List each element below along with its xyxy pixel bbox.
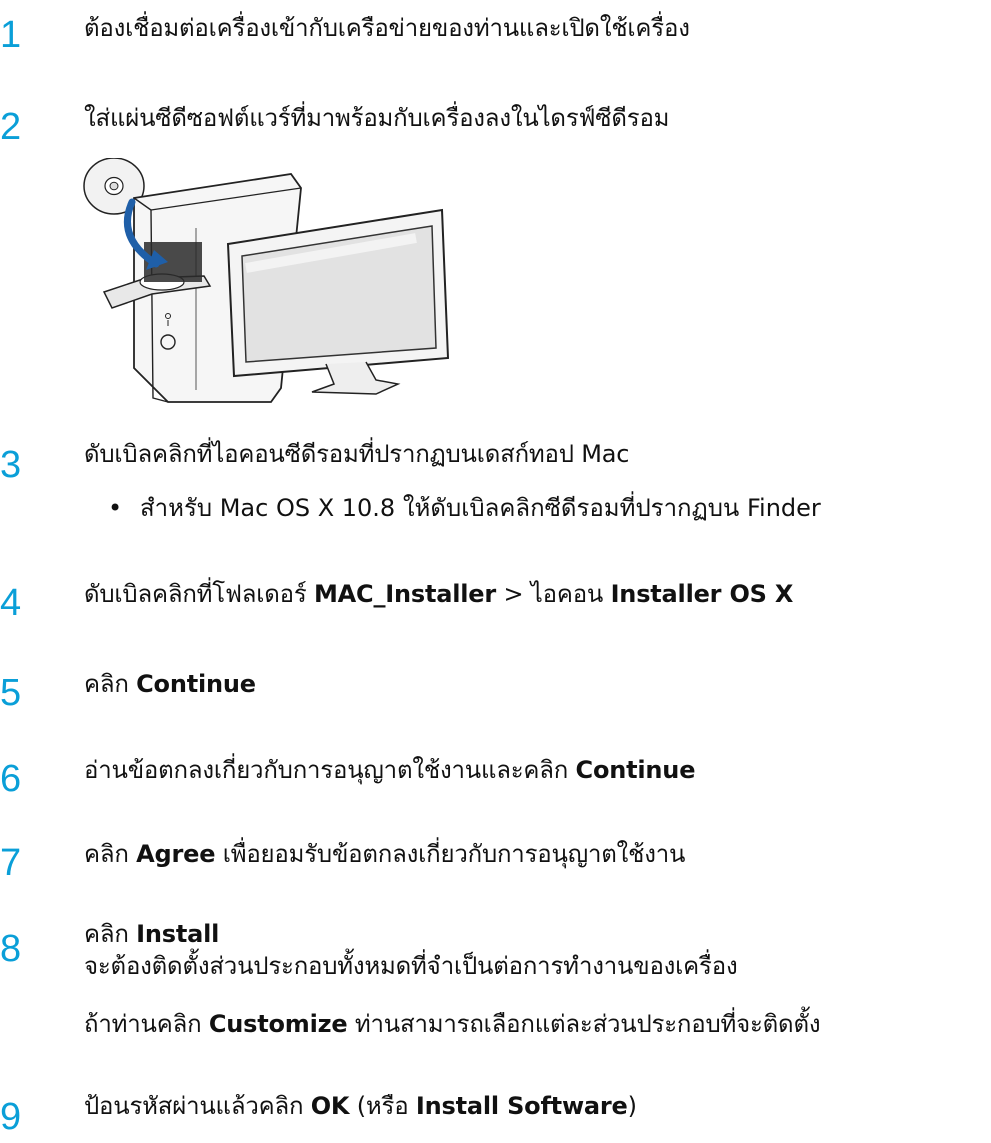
step-text: คลิก Continue: [84, 672, 256, 696]
step-text: อ่านข้อตกลงเกี่ยวกับการอนุญาตใช้งานและคล…: [84, 758, 695, 782]
text-segment: ท่านสามารถเลือกแต่ละส่วนประกอบที่จะติดตั…: [347, 1010, 821, 1038]
folder-name: MAC_Installer: [314, 580, 497, 608]
button-name: Install Software: [415, 1092, 628, 1120]
insert-cd-into-mac-illustration: [83, 158, 450, 403]
text-segment: อ่านข้อตกลงเกี่ยวกับการอนุญาตใช้งานและคล…: [84, 756, 576, 784]
text-segment: ป้อนรหัสผ่านแล้วคลิก: [84, 1092, 311, 1120]
text-segment: > ไอคอน: [496, 580, 611, 608]
bullet-symbol: •: [108, 494, 123, 522]
step-number: 9: [0, 1096, 22, 1138]
step-text: ป้อนรหัสผ่านแล้วคลิก OK (หรือ Install So…: [84, 1094, 637, 1118]
step-number: 1: [0, 14, 22, 56]
bullet-text: สำหรับ Mac OS X 10.8 ให้ดับเบิลคลิกซีดีร…: [140, 494, 821, 522]
step-text: คลิก Agree เพื่อยอมรับข้อตกลงเกี่ยวกับกา…: [84, 842, 685, 866]
step-number: 7: [0, 842, 22, 884]
step-text: ดับเบิลคลิกที่โฟลเดอร์ MAC_Installer > ไ…: [84, 582, 793, 606]
step-number: 2: [0, 106, 22, 148]
text-segment: คลิก: [84, 840, 137, 868]
button-name: Agree: [136, 840, 216, 868]
step-text: ต้องเชื่อมต่อเครื่องเข้ากับเครือข่ายของท…: [84, 14, 690, 42]
button-name: OK: [310, 1092, 350, 1120]
text-segment: เพื่อยอมรับข้อตกลงเกี่ยวกับการอนุญาตใช้ง…: [215, 840, 686, 868]
text-segment: (หรือ: [349, 1092, 416, 1120]
button-name: Customize: [208, 1010, 348, 1038]
icon-name: Installer OS X: [610, 580, 794, 608]
button-name: Install: [136, 920, 220, 948]
step-text: ดับเบิลคลิกที่ไอคอนซีดีรอมที่ปรากฏบนเดสก…: [84, 440, 630, 468]
step-text-line-2: จะต้องติดตั้งส่วนประกอบทั้งหมดที่จำเป็นต…: [84, 952, 738, 980]
step-text: คลิก Install: [84, 922, 219, 946]
button-name: Continue: [136, 670, 256, 698]
step-number: 6: [0, 758, 22, 800]
step-text-line-3: ถ้าท่านคลิก Customize ท่านสามารถเลือกแต่…: [84, 1010, 821, 1038]
step-number: 4: [0, 582, 22, 624]
step-number: 3: [0, 444, 22, 486]
step-number: 8: [0, 928, 22, 970]
text-segment: คลิก: [84, 920, 137, 948]
button-name: Continue: [575, 756, 696, 784]
text-segment: ): [627, 1092, 637, 1120]
text-segment: ดับเบิลคลิกที่โฟลเดอร์: [84, 580, 314, 608]
text-segment: คลิก: [84, 670, 137, 698]
step-number: 5: [0, 672, 22, 714]
text-segment: ถ้าท่านคลิก: [84, 1010, 209, 1038]
step-text: ใส่แผ่นซีดีซอฟต์แวร์ที่มาพร้อมกับเครื่อง…: [84, 104, 670, 132]
